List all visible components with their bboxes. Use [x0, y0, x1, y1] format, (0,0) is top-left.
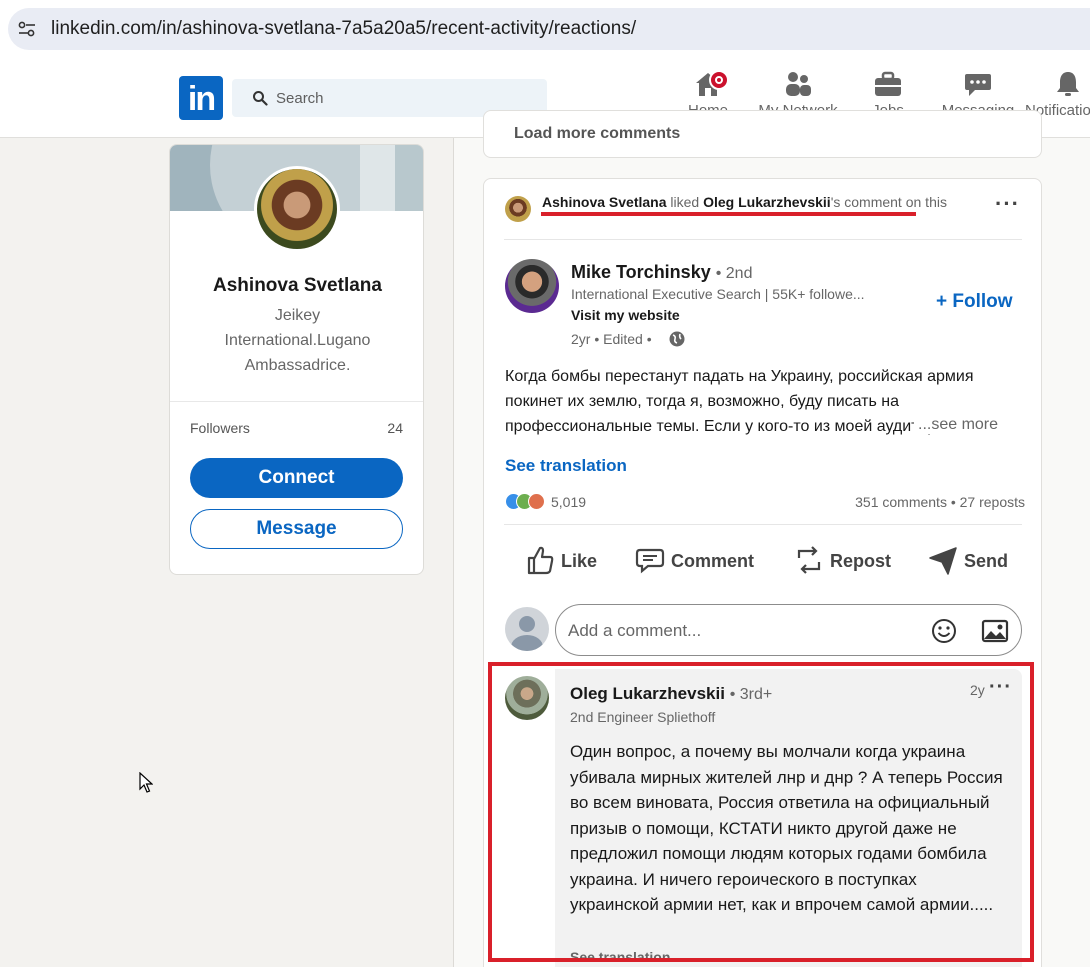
profile-avatar[interactable] — [254, 166, 340, 252]
author-name-text: Mike Torchinsky — [571, 262, 711, 282]
messaging-icon — [965, 74, 991, 96]
site-settings-icon[interactable] — [18, 21, 36, 37]
send-button[interactable]: Send — [928, 544, 1008, 578]
emoji-icon[interactable] — [931, 618, 957, 644]
see-translation-link[interactable]: See translation — [505, 456, 627, 476]
briefcase-icon — [875, 71, 901, 96]
comment-input[interactable] — [568, 617, 908, 645]
follow-button[interactable]: + Follow — [936, 291, 1013, 313]
profile-headline: Jeikey International.Lugano Ambassadrice… — [224, 307, 371, 374]
author-avatar[interactable] — [505, 259, 559, 313]
url-text[interactable]: linkedin.com/in/ashinova-svetlana-7a5a20… — [51, 18, 636, 40]
search-icon — [253, 91, 268, 106]
connect-button[interactable]: Connect — [190, 458, 403, 498]
followers-count: 24 — [387, 420, 403, 436]
author-name[interactable]: Mike Torchinsky • 2nd — [571, 262, 752, 283]
profile-card: Ashinova Svetlana Jeikey International.L… — [169, 144, 424, 575]
repost-icon — [797, 546, 821, 574]
activity-actor[interactable]: Ashinova Svetlana — [542, 194, 667, 210]
comment-button[interactable]: Comment — [635, 544, 755, 578]
reactions-bar: 5,019 351 comments • 27 reposts — [505, 492, 1025, 512]
divider — [170, 401, 423, 402]
see-more-link[interactable]: ...see more — [914, 416, 999, 434]
post-time: 2yr • Edited • — [571, 331, 652, 347]
bell-icon — [1057, 72, 1079, 96]
activity-target[interactable]: Oleg Lukarzhevskii — [703, 194, 831, 210]
browser-address-bar: linkedin.com/in/ashinova-svetlana-7a5a20… — [0, 0, 1090, 58]
globe-icon — [669, 331, 685, 347]
love-reaction-icon[interactable] — [528, 493, 545, 510]
network-icon — [786, 72, 811, 96]
comment-box[interactable] — [555, 604, 1022, 656]
like-button[interactable]: Like — [525, 544, 605, 578]
actor-avatar[interactable] — [505, 196, 531, 222]
linkedin-logo[interactable]: in — [179, 76, 223, 120]
column-divider — [453, 138, 454, 967]
divider — [504, 524, 1022, 525]
message-button[interactable]: Message — [190, 509, 403, 549]
load-more-comments[interactable]: Load more comments — [514, 125, 680, 143]
mouse-cursor-icon — [139, 772, 153, 793]
send-label: Send — [964, 551, 1009, 571]
image-icon[interactable] — [981, 618, 1009, 644]
profile-name[interactable]: Ashinova Svetlana — [170, 275, 423, 297]
annotation-highlight-box — [488, 662, 1034, 962]
visit-website-link[interactable]: Visit my website — [571, 307, 680, 323]
like-label: Like — [561, 551, 598, 571]
activity-verb: liked — [670, 194, 700, 210]
comment-label: Comment — [671, 551, 755, 571]
address-field[interactable]: linkedin.com/in/ashinova-svetlana-7a5a20… — [8, 8, 1090, 50]
activity-suffix: 's comment on this — [830, 194, 947, 210]
annotation-underline — [541, 212, 916, 216]
divider — [504, 239, 1022, 240]
author-headline: International Executive Search | 55K+ fo… — [571, 286, 865, 302]
previous-activity-card: Load more comments — [483, 110, 1042, 158]
repost-label: Repost — [830, 551, 892, 571]
followers-label: Followers — [190, 420, 250, 436]
reactions-count[interactable]: 5,019 — [551, 494, 586, 510]
comments-reposts-count[interactable]: 351 comments • 27 reposts — [855, 494, 1025, 510]
like-icon — [527, 546, 554, 575]
author-degree: • 2nd — [715, 265, 753, 282]
send-icon — [929, 547, 957, 575]
notification-badge — [709, 70, 729, 90]
repost-button[interactable]: Repost — [794, 544, 894, 578]
activity-header: Ashinova Svetlana liked Oleg Lukarzhevsk… — [542, 192, 962, 212]
current-user-avatar — [505, 607, 549, 651]
comment-icon — [635, 548, 665, 574]
more-options-icon[interactable]: ··· — [995, 191, 1020, 217]
